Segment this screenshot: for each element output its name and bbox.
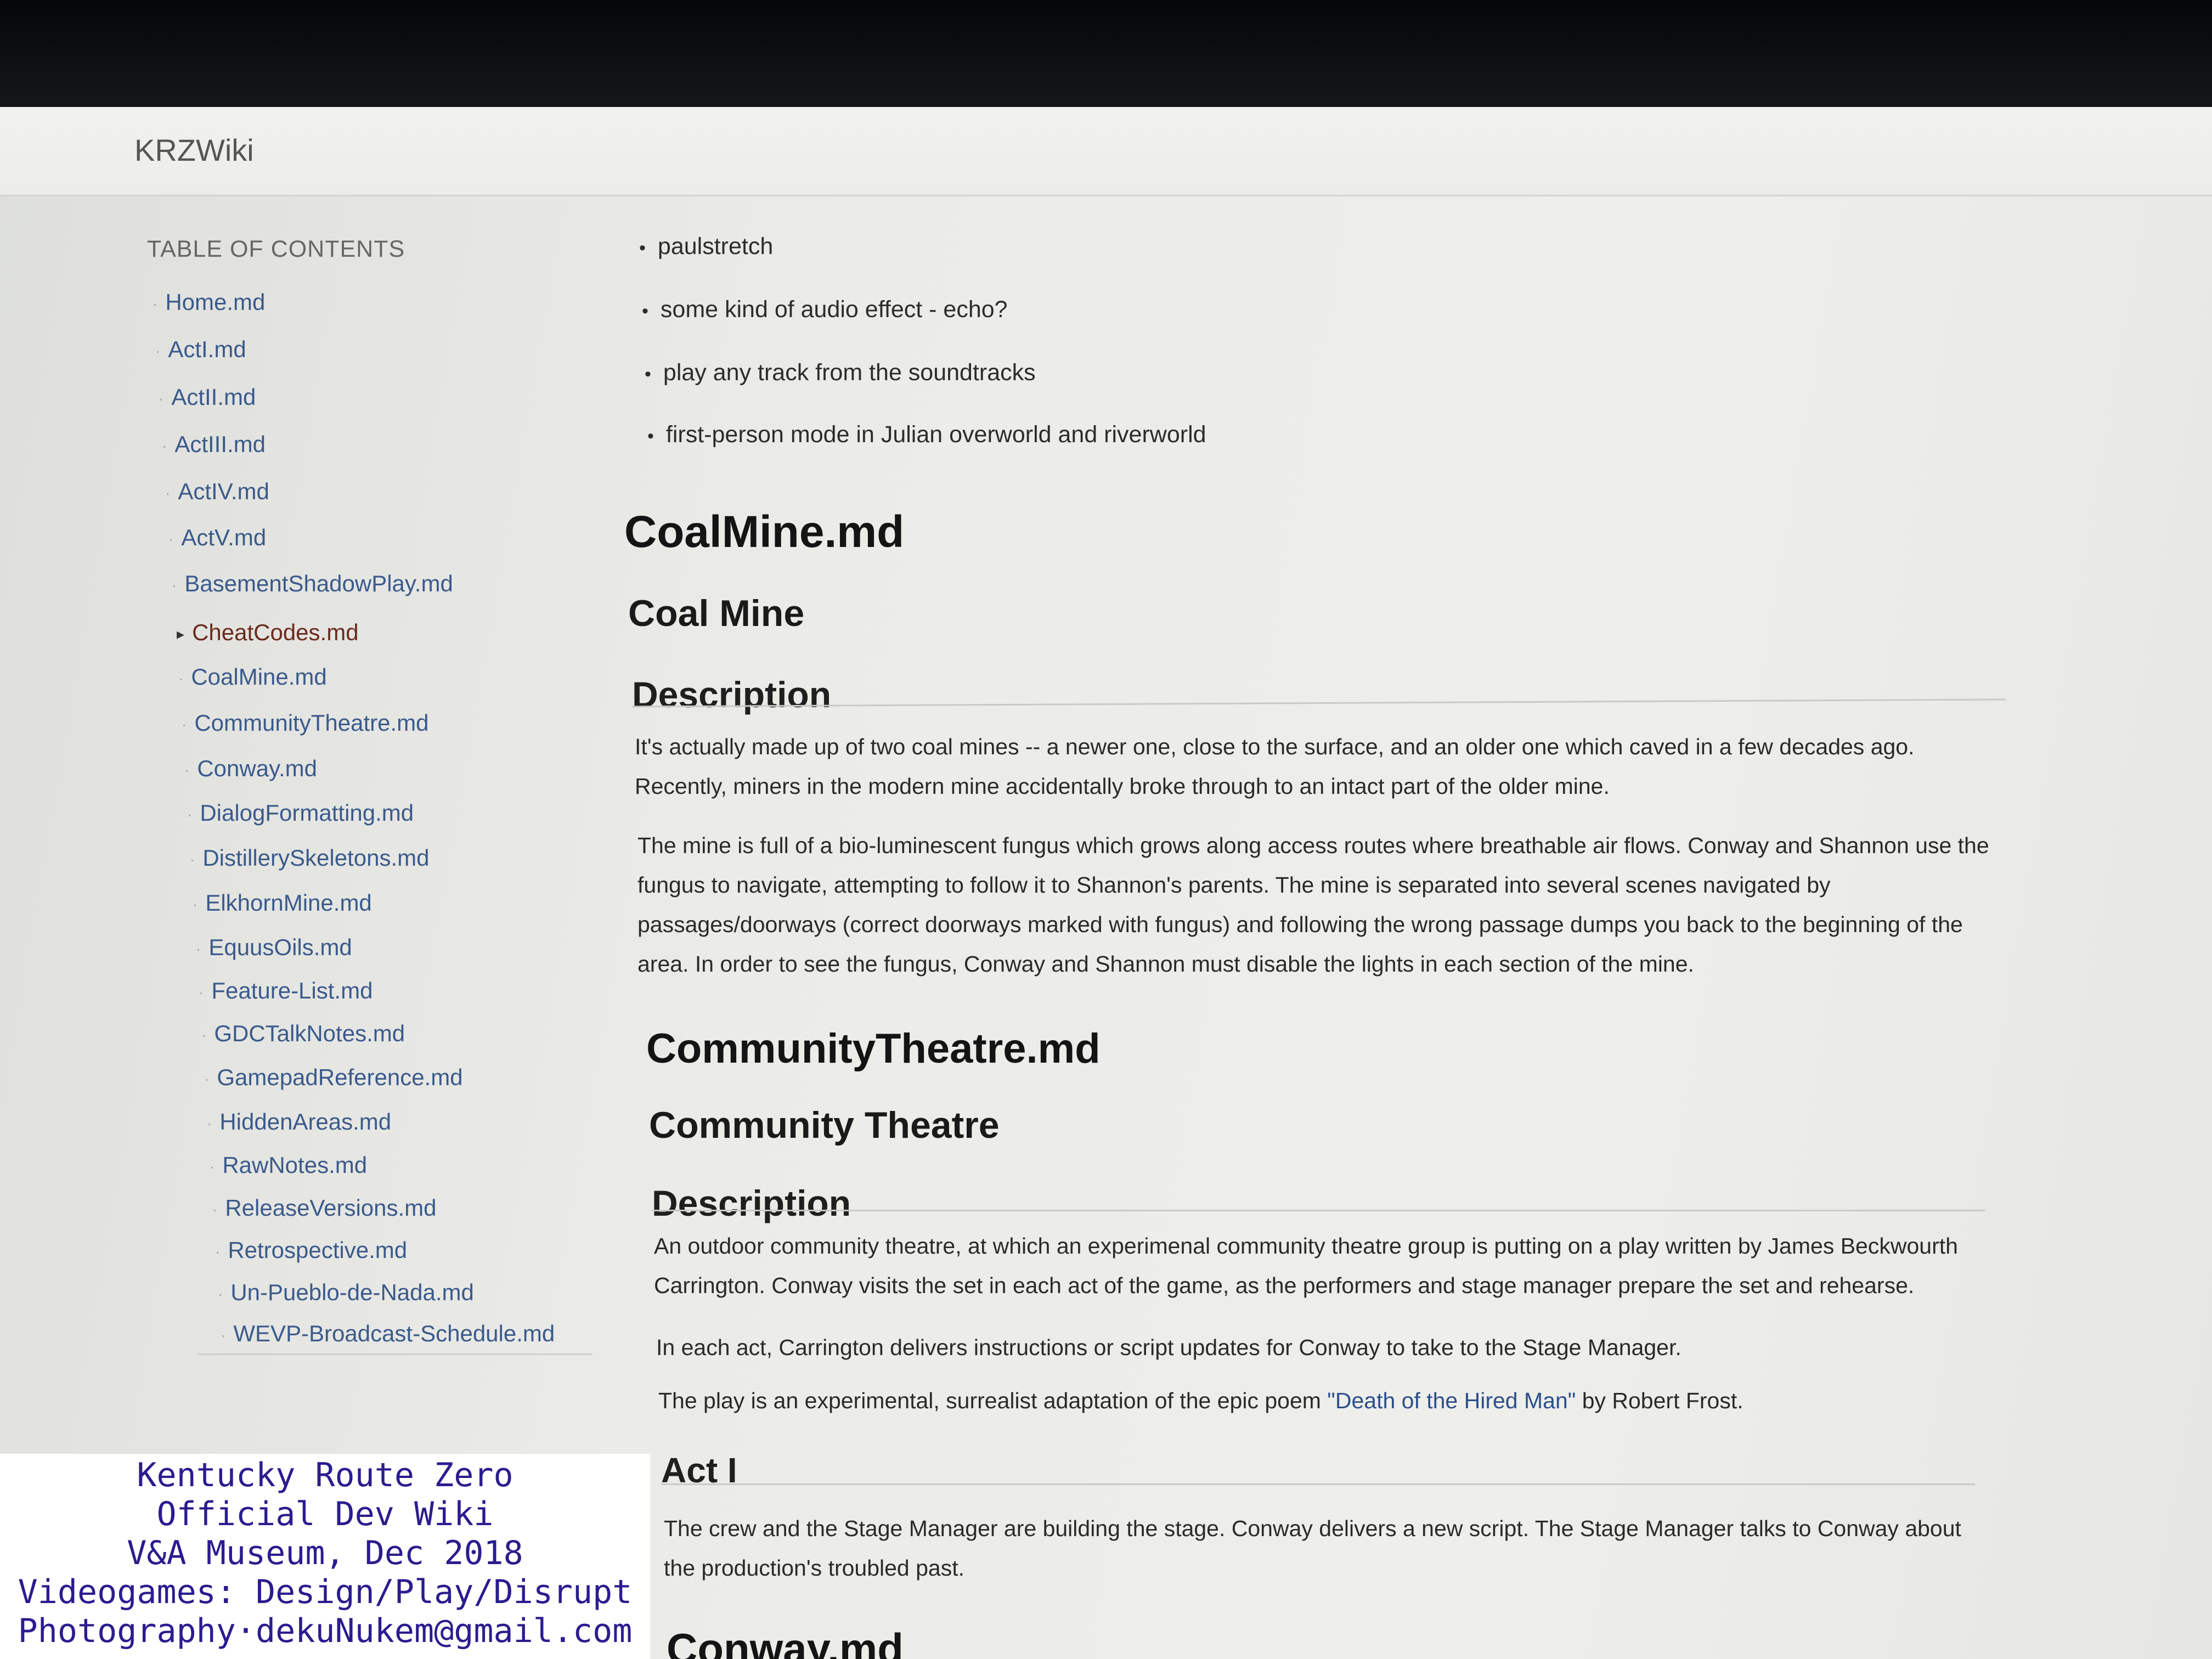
paragraph: The crew and the Stage Manager are build…: [664, 1516, 1961, 1581]
toc-item[interactable]: · Home.md: [153, 289, 265, 315]
bullet-icon: ·: [153, 295, 158, 312]
toc-item[interactable]: · ActIV.md: [165, 478, 269, 505]
toc-title: TABLE OF CONTENTS: [147, 236, 405, 262]
toc-item[interactable]: · ElkhornMine.md: [193, 890, 372, 916]
bullet-icon: ·: [199, 983, 204, 1001]
list-item: some kind of audio effect - echo?: [642, 296, 1008, 323]
toc-item[interactable]: · WEVP-Broadcast-Schedule.md: [221, 1321, 555, 1347]
toc-divider: [198, 1353, 592, 1355]
bullet-icon: ·: [168, 530, 174, 548]
paragraph: In each act, Carrington delivers instruc…: [656, 1335, 1681, 1360]
caption-line: Kentucky Route Zero: [137, 1456, 514, 1494]
section-divider: [632, 698, 2006, 708]
section-heading: Description: [632, 674, 832, 715]
toc-item[interactable]: · Feature-List.md: [199, 978, 373, 1004]
toc-item[interactable]: · BasementShadowPlay.md: [172, 571, 453, 597]
caption-line: Official Dev Wiki: [156, 1495, 494, 1533]
toc-item[interactable]: · CoalMine.md: [178, 664, 327, 690]
page-file-heading: Conway.md: [667, 1624, 904, 1659]
bullet-icon: ·: [201, 1026, 207, 1043]
toc-item[interactable]: · DistillerySkeletons.md: [190, 845, 429, 871]
toc-item[interactable]: · ActV.md: [168, 524, 266, 551]
bullet-icon: ·: [162, 437, 167, 454]
toc-item[interactable]: · EquusOils.md: [196, 934, 352, 961]
toc-item[interactable]: · HiddenAreas.md: [207, 1109, 391, 1135]
poem-link[interactable]: "Death of the Hired Man": [1327, 1388, 1576, 1413]
photo-caption-overlay: Kentucky Route Zero Official Dev Wiki V&…: [0, 1454, 650, 1659]
bullet-icon: ·: [215, 1243, 221, 1260]
caption-line: V&A Museum, Dec 2018: [127, 1534, 523, 1572]
bullet-icon: ·: [210, 1158, 215, 1175]
caption-line: Photography·dekuNukem@gmail.com: [18, 1612, 633, 1650]
toc-item[interactable]: · GamepadReference.md: [204, 1064, 463, 1091]
bullet-icon: ·: [190, 850, 195, 868]
bullet-icon: ·: [196, 940, 201, 957]
paragraph: The play is an experimental, surrealist …: [658, 1388, 1743, 1413]
navbar: KRZWiki: [0, 107, 2212, 196]
bullet-icon: ·: [182, 715, 187, 733]
brand-link[interactable]: KRZWiki: [134, 132, 254, 168]
list-item: first-person mode in Julian overworld an…: [647, 421, 1206, 448]
bullet-icon: ·: [221, 1326, 226, 1344]
section-heading: Description: [652, 1183, 851, 1223]
bullet-icon: ·: [218, 1285, 223, 1302]
page-file-heading: CoalMine.md: [624, 507, 905, 557]
caret-right-icon: ▸: [177, 625, 185, 643]
bullet-icon: ·: [155, 342, 161, 359]
toc-item-current[interactable]: ▸ CheatCodes.md: [177, 619, 359, 646]
bullet-icon: ·: [184, 761, 190, 778]
bullet-icon: ·: [165, 484, 171, 501]
paragraph: An outdoor community theatre, at which a…: [654, 1233, 1958, 1298]
toc-item[interactable]: · Retrospective.md: [215, 1237, 407, 1263]
bullet-icon: ·: [207, 1114, 212, 1132]
toc-item[interactable]: · GDCTalkNotes.md: [201, 1020, 405, 1047]
caption-line: Videogames: Design/Play/Disrupt: [18, 1573, 633, 1611]
bullet-icon: ·: [178, 669, 184, 687]
section-divider: [661, 1483, 1975, 1485]
toc-item[interactable]: · DialogFormatting.md: [187, 800, 414, 826]
toc-item[interactable]: · CommunityTheatre.md: [182, 710, 428, 736]
page-file-heading: CommunityTheatre.md: [646, 1025, 1101, 1072]
browser-screen: KRZWiki TABLE OF CONTENTS · Home.md · ActI…: [0, 107, 2212, 1659]
toc-item[interactable]: · Conway.md: [184, 755, 317, 782]
bullet-icon: ·: [172, 576, 177, 594]
toc-item[interactable]: · ActII.md: [159, 384, 256, 410]
list-item: paulstretch: [639, 233, 773, 260]
paragraph: The mine is full of a bio-luminescent fu…: [637, 833, 1989, 977]
bullet-icon: ·: [187, 805, 193, 823]
paragraph: It's actually made up of two coal mines …: [635, 734, 1915, 799]
toc-item[interactable]: · ActI.md: [155, 336, 246, 363]
toc-item[interactable]: · RawNotes.md: [210, 1152, 367, 1178]
section-divider: [652, 1210, 1985, 1211]
bullet-icon: ·: [204, 1070, 210, 1087]
toc-item[interactable]: · Un-Pueblo-de-Nada.md: [218, 1279, 474, 1306]
bullet-icon: ·: [193, 895, 198, 913]
page-title: Community Theatre: [649, 1104, 1000, 1146]
toc-item[interactable]: · ActIII.md: [162, 431, 266, 458]
toc-item[interactable]: · ReleaseVersions.md: [212, 1195, 437, 1221]
list-item: play any track from the soundtracks: [645, 359, 1036, 386]
bullet-icon: ·: [212, 1200, 218, 1218]
page-title: Coal Mine: [628, 592, 805, 634]
bullet-icon: ·: [159, 390, 164, 407]
monitor-bezel: [0, 0, 2212, 110]
